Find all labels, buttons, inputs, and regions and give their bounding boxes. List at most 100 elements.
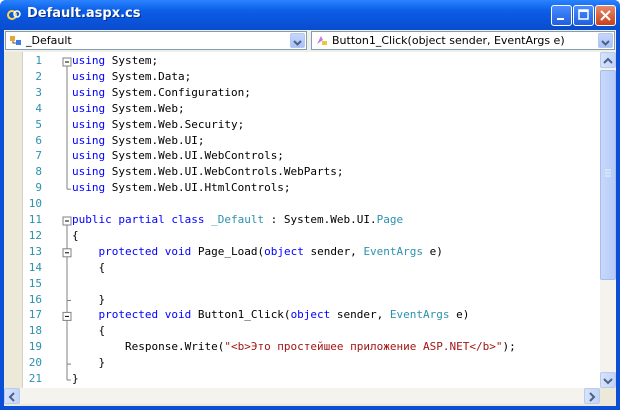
method-icon	[317, 36, 327, 45]
member-combo-value: Button1_Click(object sender, EventArgs e…	[332, 34, 565, 47]
code-keyword: using	[72, 165, 106, 179]
code-line[interactable]: using System.Configuration;	[72, 86, 251, 99]
horizontal-scrollbar[interactable]	[4, 388, 600, 404]
code-line[interactable]: using System.Web.UI.WebControls.WebParts…	[72, 165, 344, 178]
maximize-icon	[578, 9, 589, 20]
navigation-bar: _Default Button1_Click(object sender, Ev…	[4, 30, 616, 52]
code-type: EventArgs	[389, 308, 450, 322]
line-number: 4	[35, 101, 42, 115]
line-number: 8	[35, 165, 42, 179]
code-line[interactable]: using System;	[72, 54, 158, 67]
line-number: 13	[28, 244, 42, 258]
code-text: }	[72, 292, 106, 306]
code-line[interactable]: Response.Write("<b>Это простейшее прилож…	[72, 340, 516, 353]
code-text: sender,	[303, 244, 364, 258]
code-keyword: using	[72, 85, 106, 99]
code-line[interactable]: using System.Web.Security;	[72, 118, 244, 131]
editor-window: Default.aspx.cs _Default Button1_Click(o…	[0, 0, 620, 410]
code-text: System.Web.UI.HtmlControls;	[105, 181, 291, 195]
vertical-scroll-thumb[interactable]	[600, 70, 616, 280]
code-line[interactable]: using System.Data;	[72, 70, 191, 83]
scroll-left-button[interactable]	[4, 388, 20, 404]
code-text: e)	[449, 308, 470, 322]
code-text: e)	[423, 244, 443, 258]
code-line[interactable]: }	[72, 372, 79, 385]
code-keyword: public partial class	[72, 213, 205, 226]
close-button[interactable]	[595, 5, 616, 26]
window-title: Default.aspx.cs	[27, 6, 141, 21]
chevron-up-icon	[603, 57, 613, 64]
line-number: 9	[35, 181, 42, 195]
code-line[interactable]: {	[72, 229, 79, 242]
minimize-icon	[557, 18, 564, 20]
code-line[interactable]: using System.Web.UI;	[72, 134, 204, 147]
member-combo-dropdown[interactable]	[598, 33, 613, 48]
line-number: 12	[28, 228, 42, 242]
line-number: 2	[35, 69, 42, 83]
code-line[interactable]: protected void Page_Load(object sender, …	[72, 245, 443, 258]
chevron-down-icon	[603, 378, 613, 385]
code-type: EventArgs	[363, 244, 424, 258]
code-line[interactable]: using System.Web;	[72, 102, 185, 115]
code-keyword: using	[72, 181, 106, 195]
code-type: Page	[376, 213, 404, 226]
scroll-corner	[600, 388, 616, 404]
code-keyword: using	[72, 54, 106, 67]
maximize-button[interactable]	[573, 5, 594, 26]
title-bar[interactable]: Default.aspx.cs	[0, 0, 620, 30]
client-area: _Default Button1_Click(object sender, Ev…	[4, 30, 616, 406]
code-text: {	[72, 260, 106, 274]
code-keyword: using	[72, 101, 106, 115]
code-text: System.Web.UI.WebControls;	[105, 149, 284, 163]
code-text: Page_Load(	[191, 244, 265, 258]
class-combo-dropdown[interactable]	[290, 33, 305, 48]
code-text: System.Configuration;	[105, 85, 251, 99]
code-keyword: object	[264, 244, 304, 258]
member-combo[interactable]: Button1_Click(object sender, EventArgs e…	[311, 31, 615, 50]
code-line[interactable]: {	[72, 324, 105, 337]
code-line[interactable]: protected void Button1_Click(object send…	[72, 308, 470, 322]
code-line[interactable]: using System.Web.UI.HtmlControls;	[72, 181, 291, 194]
line-number: 17	[28, 308, 42, 322]
vertical-scrollbar[interactable]	[600, 52, 616, 388]
code-text: Button1_Click(	[191, 308, 291, 322]
code-keyword: using	[72, 133, 106, 147]
line-number: 15	[28, 276, 42, 290]
grip-icon	[605, 169, 611, 177]
code-text: System.Web;	[105, 101, 185, 115]
indicator-margin[interactable]	[4, 52, 23, 388]
minimize-button[interactable]	[551, 5, 572, 26]
code-keyword: using	[72, 149, 106, 163]
class-combo-value: _Default	[26, 34, 72, 47]
code-keyword: using	[72, 69, 106, 83]
code-line[interactable]: }	[72, 356, 105, 369]
code-line[interactable]: public partial class _Default : System.W…	[72, 213, 403, 226]
line-number: 1	[35, 54, 42, 67]
code-text: }	[72, 372, 79, 385]
line-number: 20	[28, 356, 42, 370]
line-number: 10	[28, 197, 42, 211]
code-line[interactable]: }	[72, 293, 105, 306]
code-text: System;	[105, 54, 159, 67]
line-number: 6	[35, 133, 42, 147]
scroll-down-button[interactable]	[600, 372, 616, 388]
close-icon	[600, 10, 611, 21]
code-line[interactable]: using System.Web.UI.WebControls;	[72, 149, 284, 162]
code-string: "<b>Это простейшее приложение ASP.NET</b…	[224, 340, 503, 354]
class-combo[interactable]: _Default	[5, 31, 307, 50]
code-keyword: protected void	[98, 308, 192, 322]
outlining-margin[interactable]	[62, 54, 72, 388]
code-editor[interactable]: 1 using System; 2 using System.Data; 3 using …	[4, 52, 600, 388]
scroll-up-button[interactable]	[600, 52, 616, 68]
code-keyword: using	[72, 117, 106, 131]
line-number: 21	[28, 372, 42, 385]
scroll-right-button[interactable]	[584, 388, 600, 404]
chevron-left-icon	[8, 392, 15, 402]
code-text: System.Web.UI;	[105, 133, 205, 147]
line-number: 7	[35, 149, 42, 163]
line-number: 11	[28, 213, 42, 226]
code-line[interactable]: {	[72, 261, 105, 274]
line-number: 18	[28, 324, 42, 338]
